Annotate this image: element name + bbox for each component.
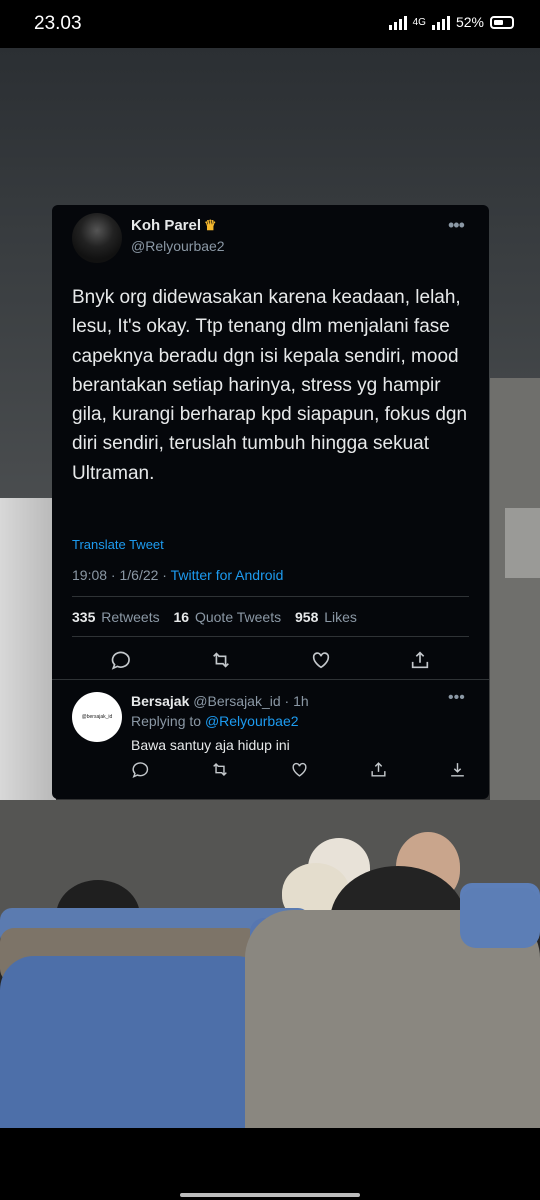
tweet-timestamp: 19:08 · 1/6/22 · xyxy=(72,567,167,583)
reply-author-name[interactable]: Bersajak xyxy=(131,693,189,709)
divider xyxy=(72,636,469,637)
author-name[interactable]: Koh Parel xyxy=(131,217,201,234)
divider xyxy=(52,679,489,680)
retweet-icon[interactable] xyxy=(210,760,230,779)
share-icon[interactable] xyxy=(409,649,431,671)
retweets-count[interactable]: 335 xyxy=(72,609,95,625)
quote-count[interactable]: 16 xyxy=(174,609,190,625)
tweet-stats: 335 Retweets 16 Quote Tweets 958 Likes xyxy=(72,609,357,625)
replying-to-link[interactable]: @Relyourbae2 xyxy=(205,713,299,729)
reply-header[interactable]: Bersajak @Bersajak_id · 1h xyxy=(131,693,309,709)
wall-panel xyxy=(505,508,540,578)
battery-percent: 52% xyxy=(455,14,484,30)
cinema-seat xyxy=(0,956,270,1128)
home-indicator[interactable] xyxy=(180,1193,360,1197)
reply-text: Bawa santuy aja hidup ini xyxy=(131,737,290,753)
tweet-text: Bnyk org didewasakan karena keadaan, lel… xyxy=(72,287,468,484)
more-icon[interactable]: ••• xyxy=(448,689,465,707)
reply-actions xyxy=(131,760,467,779)
reply-icon[interactable] xyxy=(131,760,150,779)
replying-to: Replying to @Relyourbae2 xyxy=(131,713,299,729)
tweet-actions xyxy=(72,645,469,675)
tweet-meta: 19:08 · 1/6/22 · Twitter for Android xyxy=(72,567,283,583)
status-bar: 23.03 4G 52% xyxy=(0,0,540,48)
signal-icon xyxy=(388,15,407,30)
cinema-screen xyxy=(0,498,56,818)
tweet-card[interactable]: Koh Parel ♛ @Relyourbae2 ••• Bnyk org did… xyxy=(52,205,489,799)
reply-avatar-text: @bersajak_id xyxy=(81,714,113,720)
bottom-bar xyxy=(0,1128,540,1200)
reply-age: · 1h xyxy=(284,693,309,709)
reply-avatar[interactable]: @bersajak_id xyxy=(72,692,122,742)
like-icon[interactable] xyxy=(290,760,309,779)
divider xyxy=(72,596,469,597)
source-app-link[interactable]: Twitter for Android xyxy=(171,567,284,583)
network-type: 4G xyxy=(412,16,426,28)
translate-link[interactable]: Translate Tweet xyxy=(72,537,164,552)
likes-label[interactable]: Likes xyxy=(324,609,357,625)
reply-author-handle[interactable]: @Bersajak_id xyxy=(193,693,280,709)
cinema-wall xyxy=(490,378,540,828)
more-icon[interactable]: ••• xyxy=(448,215,465,236)
reply-icon[interactable] xyxy=(110,649,132,671)
status-icons: 4G 52% xyxy=(388,14,514,30)
author-handle[interactable]: @Relyourbae2 xyxy=(131,238,225,254)
retweets-label[interactable]: Retweets xyxy=(101,609,159,625)
cinema-seat xyxy=(460,888,540,948)
replying-prefix: Replying to xyxy=(131,713,202,729)
likes-count[interactable]: 958 xyxy=(295,609,318,625)
status-time: 23.03 xyxy=(34,13,82,34)
quote-label[interactable]: Quote Tweets xyxy=(195,609,281,625)
download-icon[interactable] xyxy=(448,760,467,779)
author-avatar[interactable] xyxy=(72,213,122,263)
crown-icon: ♛ xyxy=(204,217,217,233)
author-name-row[interactable]: Koh Parel ♛ xyxy=(131,217,217,234)
share-icon[interactable] xyxy=(369,760,388,779)
battery-icon xyxy=(490,15,514,29)
like-icon[interactable] xyxy=(310,649,332,671)
retweet-icon[interactable] xyxy=(209,649,233,671)
signal-icon-2 xyxy=(431,15,450,30)
